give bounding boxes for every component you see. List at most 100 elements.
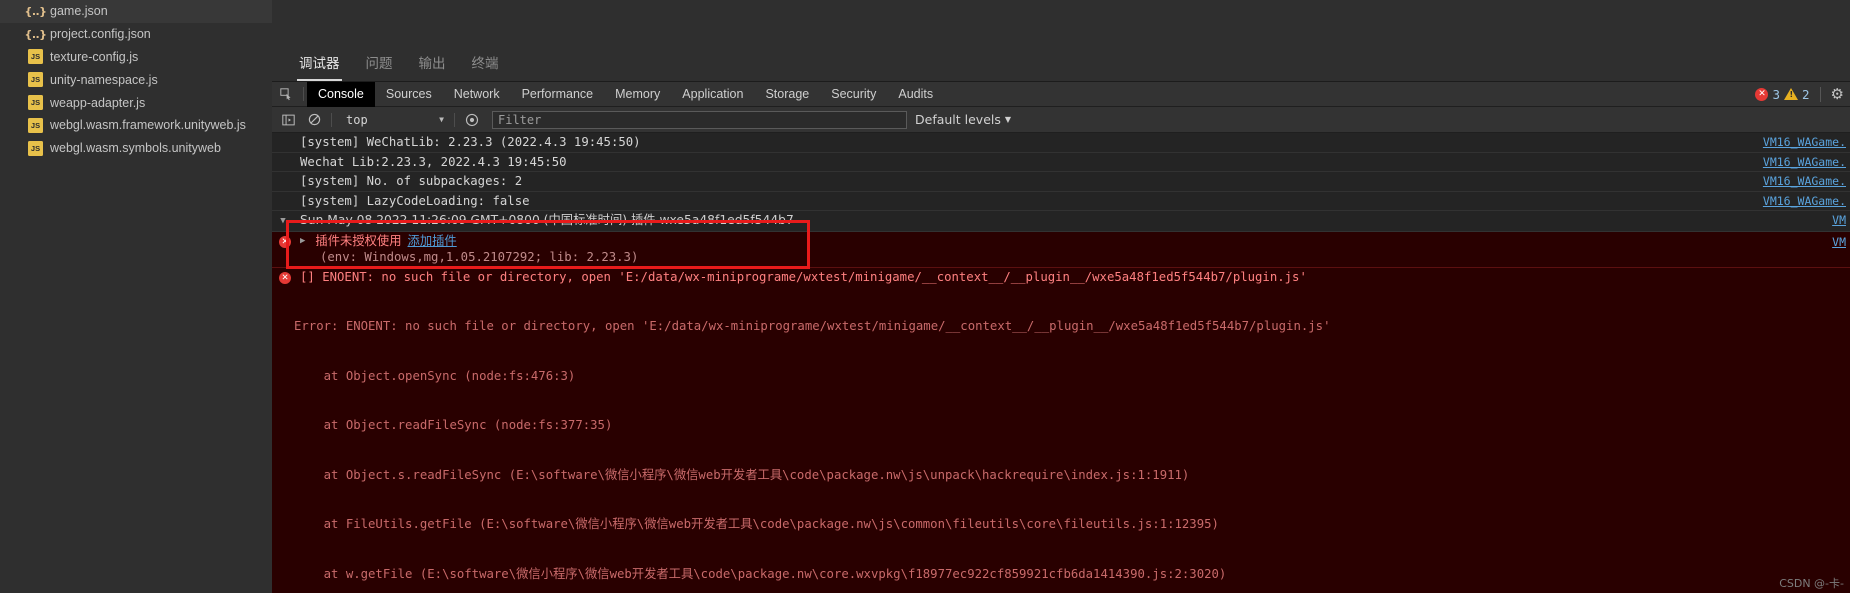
console-log-area[interactable]: [system] WeChatLib: 2.23.3 (2022.4.3 19:…: [272, 133, 1850, 593]
message-text: Wechat Lib:2.23.3, 2022.4.3 19:45:50: [300, 154, 567, 169]
js-icon: JS: [28, 117, 43, 133]
tab-debugger[interactable]: 调试器: [286, 52, 353, 81]
file-name: weapp-adapter.js: [50, 95, 146, 110]
message-text: Sun May 08 2022 11:26:09 GMT+0800 (中国标准时…: [300, 213, 794, 227]
devtools-pane: 调试器 问题 输出 终端 Console Sources Network Per…: [272, 0, 1850, 593]
tab-security[interactable]: Security: [820, 82, 887, 107]
console-message-error[interactable]: ✕ [] ENOENT: no such file or directory, …: [272, 267, 1850, 593]
divider: [303, 87, 304, 101]
stack-line: at Object.openSync (node:fs:476:3): [294, 368, 576, 383]
chevron-down-icon: ▼: [439, 115, 444, 124]
js-icon: JS: [28, 95, 43, 111]
stack-line: at w.getFile (E:\software\微信小程序\微信web开发者…: [294, 566, 1227, 581]
error-badge[interactable]: ✕ 3: [1755, 87, 1780, 102]
file-name: unity-namespace.js: [50, 72, 158, 87]
tab-terminal[interactable]: 终端: [459, 52, 512, 81]
list-item[interactable]: {..} game.json: [0, 0, 272, 23]
source-link[interactable]: VM16_WAGame.: [1763, 134, 1846, 151]
execution-context-value: top: [346, 112, 368, 127]
clear-console-icon[interactable]: [302, 109, 326, 131]
gutter: ✕: [272, 233, 298, 248]
file-name: game.json: [50, 4, 108, 19]
tab-memory[interactable]: Memory: [604, 82, 671, 107]
source-link[interactable]: VM16_WAGame.: [1763, 193, 1846, 210]
chevron-down-icon[interactable]: ▼: [280, 213, 289, 230]
warning-icon: [1784, 88, 1799, 100]
source-link[interactable]: VM: [1832, 212, 1846, 229]
tab-storage[interactable]: Storage: [754, 82, 820, 107]
gutter: ✕: [272, 269, 298, 284]
console-message-system[interactable]: [system] No. of subpackages: 2 VM16_WAGa…: [272, 172, 1850, 192]
console-message-group[interactable]: ▼ Sun May 08 2022 11:26:09 GMT+0800 (中国标…: [272, 211, 1850, 232]
js-icon: JS: [28, 49, 43, 65]
watermark: CSDN @-卡-: [1779, 577, 1844, 590]
tab-application[interactable]: Application: [671, 82, 754, 107]
source-link[interactable]: VM16_WAGame.: [1763, 154, 1846, 171]
console-message-error[interactable]: ✕ ▶ 插件未授权使用 添加插件 (env: Windows,mg,1.05.2…: [272, 231, 1850, 268]
gutter: [272, 173, 298, 174]
message-text: ▶ 插件未授权使用 添加插件: [298, 233, 1850, 250]
chevron-down-icon: ▼: [1004, 115, 1012, 124]
eye-icon: [465, 113, 479, 126]
log-level-select[interactable]: Default levels ▼: [915, 112, 1019, 127]
gutter: [272, 154, 298, 155]
list-item[interactable]: JS texture-config.js: [0, 46, 272, 69]
error-title: 插件未授权使用: [315, 233, 402, 248]
json-icon: {..}: [24, 4, 47, 18]
tab-problems[interactable]: 问题: [353, 52, 406, 81]
execution-context-select[interactable]: top ▼: [339, 109, 449, 130]
tab-network[interactable]: Network: [443, 82, 511, 107]
js-icon: JS: [28, 140, 43, 156]
message-text: [] ENOENT: no such file or directory, op…: [300, 269, 1307, 284]
tab-sources[interactable]: Sources: [375, 82, 443, 107]
gear-icon[interactable]: ⚙: [1831, 85, 1844, 103]
stack-line: at Object.s.readFileSync (E:\software\微信…: [294, 467, 1190, 482]
error-env: (env: Windows,mg,1.05.2107292; lib: 2.23…: [320, 250, 639, 264]
file-name: project.config.json: [50, 27, 151, 42]
console-sidebar-icon[interactable]: [276, 109, 300, 131]
file-explorer: {..} game.json {..} project.config.json …: [0, 0, 272, 593]
console-settings-eye-icon[interactable]: [460, 109, 484, 131]
panel-tab-bar: 调试器 问题 输出 终端: [272, 0, 1850, 82]
warning-count: 2: [1802, 86, 1810, 102]
sidebar-toggle-icon: [281, 114, 295, 125]
log-level-value: Default levels: [915, 112, 1001, 127]
devtools-tab-bar: Console Sources Network Performance Memo…: [272, 81, 1850, 107]
tab-audits[interactable]: Audits: [887, 82, 944, 107]
tab-output[interactable]: 输出: [406, 52, 459, 81]
inspect-element-icon[interactable]: [272, 82, 300, 107]
tab-performance[interactable]: Performance: [511, 82, 605, 107]
source-link[interactable]: VM16_WAGame.: [1763, 173, 1846, 190]
console-message-system[interactable]: [system] LazyCodeLoading: false VM16_WAG…: [272, 192, 1850, 211]
list-item[interactable]: JS webgl.wasm.symbols.unityweb: [0, 137, 272, 160]
divider: [1819, 86, 1821, 102]
error-icon: ✕: [1755, 87, 1769, 101]
tab-console[interactable]: Console: [307, 81, 375, 107]
console-message-system[interactable]: [system] WeChatLib: 2.23.3 (2022.4.3 19:…: [272, 133, 1850, 153]
cursor-box-icon: [279, 87, 291, 100]
json-icon: {..}: [24, 27, 47, 41]
stack-line: at Object.readFileSync (node:fs:377:35): [294, 418, 613, 432]
source-link[interactable]: VM: [1832, 234, 1846, 251]
message-text: [system] WeChatLib: 2.23.3 (2022.4.3 19:…: [300, 135, 641, 149]
divider: [331, 112, 332, 127]
console-message-system[interactable]: Wechat Lib:2.23.3, 2022.4.3 19:45:50 VM1…: [272, 153, 1850, 172]
list-item[interactable]: JS unity-namespace.js: [0, 68, 272, 91]
chevron-right-icon[interactable]: ▶: [300, 233, 309, 250]
warning-badge[interactable]: 2: [1784, 87, 1810, 102]
divider: [454, 112, 455, 127]
status-area: ✕ 3 2 ⚙: [1755, 85, 1850, 103]
error-count: 3: [1772, 86, 1781, 102]
add-plugin-link[interactable]: 添加插件: [408, 233, 457, 250]
gutter: [272, 134, 298, 135]
filter-input[interactable]: [492, 110, 907, 129]
error-icon: ✕: [279, 235, 291, 248]
devtools-window: {..} game.json {..} project.config.json …: [0, 0, 1850, 593]
stack-trace: Error: ENOENT: no such file or directory…: [272, 285, 1850, 593]
stack-line: Error: ENOENT: no such file or directory…: [294, 319, 1331, 333]
gutter: ▼: [272, 212, 298, 230]
list-item[interactable]: JS weapp-adapter.js: [0, 91, 272, 114]
list-item[interactable]: {..} project.config.json: [0, 23, 272, 46]
list-item[interactable]: JS webgl.wasm.framework.unityweb.js: [0, 114, 272, 137]
console-filter-bar: top ▼ Default levels ▼: [272, 107, 1850, 133]
